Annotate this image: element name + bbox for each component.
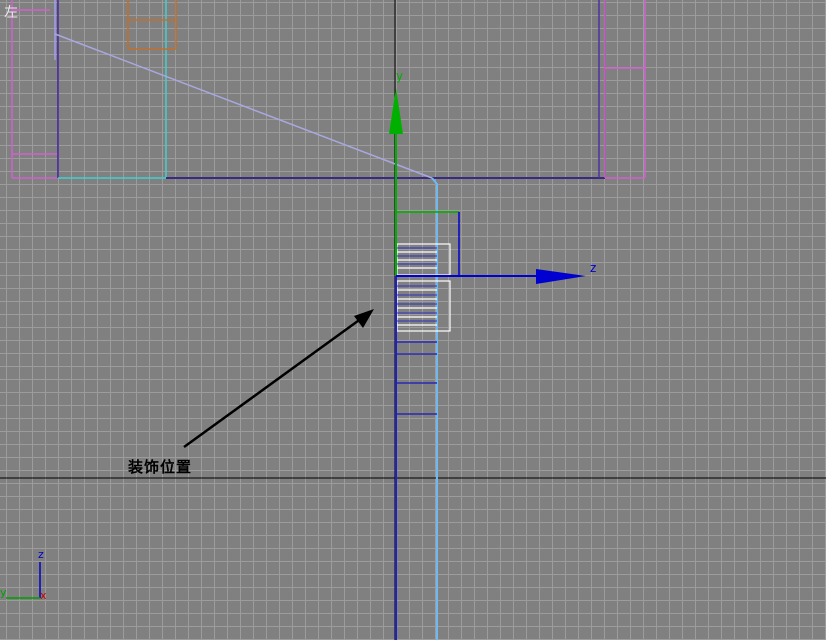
viewport-label[interactable]: 左 bbox=[4, 4, 18, 22]
decoration-slats-inner bbox=[397, 247, 437, 322]
gizmo-z-label: z bbox=[590, 261, 596, 275]
annotation-label: 装饰位置 bbox=[128, 458, 193, 476]
box-orange[interactable] bbox=[127, 0, 177, 50]
gizmo-y-arrow[interactable] bbox=[389, 88, 403, 134]
tripod-x-label: x bbox=[40, 589, 47, 602]
slats-blue[interactable] bbox=[397, 341, 437, 415]
axis-tripod: z y x bbox=[0, 548, 47, 602]
decoration-slats[interactable] bbox=[396, 243, 451, 332]
left-viewport[interactable]: y z z y x 左 装饰位置 bbox=[0, 0, 826, 640]
annotation-arrow bbox=[183, 309, 374, 449]
column-light-blue[interactable] bbox=[431, 177, 438, 640]
gizmo-y-label: y bbox=[396, 69, 403, 83]
diagonal-line bbox=[54, 33, 433, 179]
cabinet-right[interactable] bbox=[598, 0, 646, 179]
tripod-y-label: y bbox=[0, 586, 7, 599]
panel-cyan[interactable] bbox=[58, 0, 167, 179]
gizmo-z-arrow[interactable] bbox=[536, 269, 586, 284]
tripod-z-label: z bbox=[38, 548, 44, 561]
cabinet-left-magenta[interactable] bbox=[11, 0, 58, 179]
scene-canvas[interactable]: y z z y x bbox=[0, 0, 826, 640]
